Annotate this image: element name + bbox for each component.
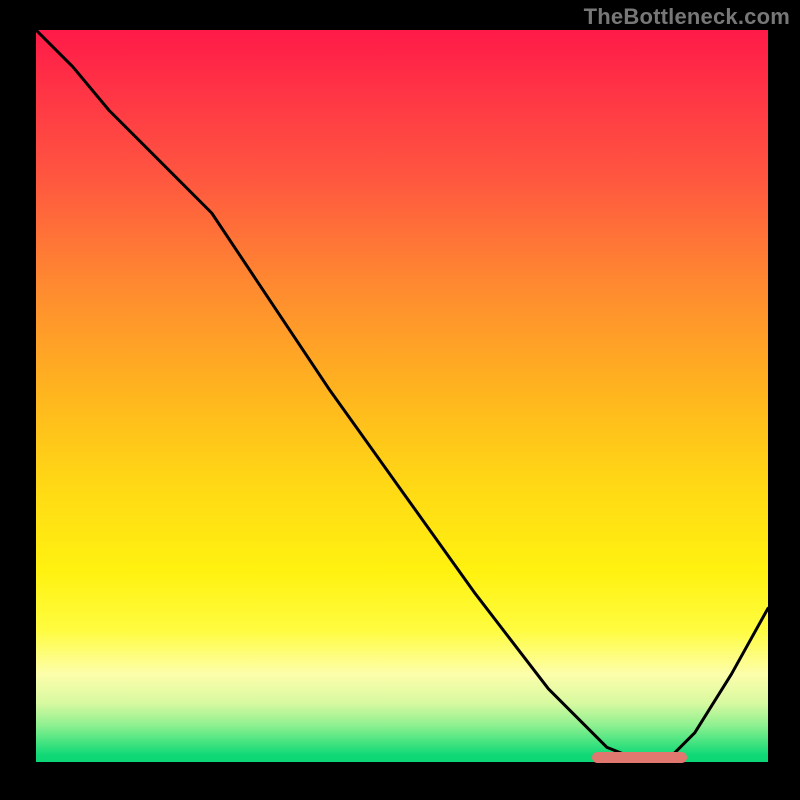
watermark-text: TheBottleneck.com — [584, 4, 790, 30]
chart-plot-area — [36, 30, 768, 762]
chart-line-series — [36, 30, 768, 762]
chart-highlight-marker — [592, 752, 687, 763]
